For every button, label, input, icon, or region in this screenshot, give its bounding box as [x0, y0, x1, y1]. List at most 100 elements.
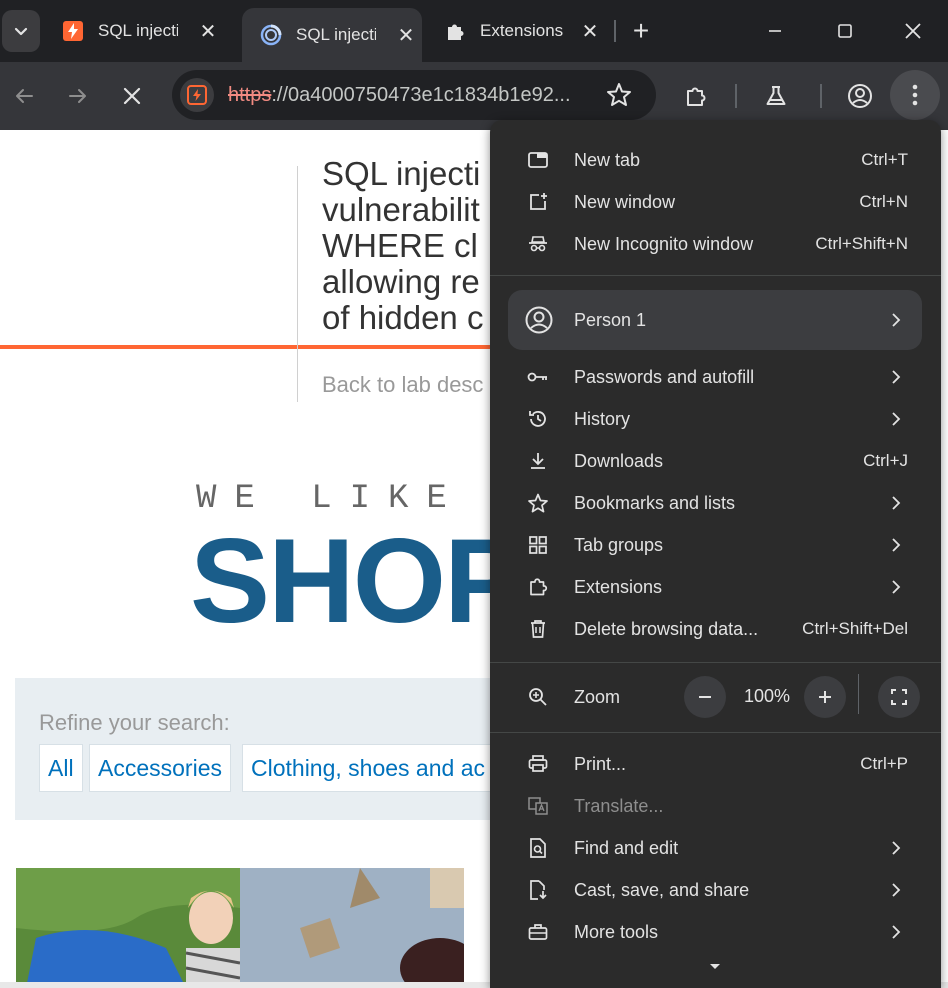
fullscreen-button[interactable]: [878, 676, 920, 718]
address-bar[interactable]: https://0a4000750473e1c1834b1e92...: [172, 70, 656, 120]
tab-sql-injection-1[interactable]: SQL injecti ✕: [44, 8, 234, 54]
toolbar-divider: [820, 84, 822, 108]
minimize-button[interactable]: [750, 10, 800, 52]
zoom-out-button[interactable]: [684, 676, 726, 718]
profile-name: Person 1: [574, 309, 647, 330]
chrome-menu-button[interactable]: [890, 70, 940, 120]
labs-button[interactable]: [756, 76, 796, 116]
menu-label: New window: [574, 191, 676, 212]
puzzle-icon: [448, 24, 464, 40]
tab-title: Extensions: [480, 21, 564, 40]
close-window-button[interactable]: [888, 10, 938, 52]
tab-strip: SQL injecti ✕ SQL injecti ✕ Extensions ✕…: [0, 0, 948, 62]
product-image[interactable]: [240, 868, 464, 988]
menu-label: Translate...: [574, 795, 664, 816]
tab-search-button[interactable]: [2, 10, 40, 52]
chevron-right-icon: [892, 883, 901, 897]
menu-extensions[interactable]: Extensions: [508, 566, 922, 608]
toolbox-icon: [526, 920, 550, 944]
chevron-right-icon: [892, 580, 901, 594]
back-to-lab-link[interactable]: Back to lab desc: [322, 372, 483, 398]
url-scheme: https: [228, 84, 272, 106]
menu-shortcut: Ctrl+N: [859, 192, 908, 211]
plus-icon: [819, 691, 831, 703]
back-button[interactable]: [4, 76, 44, 116]
zoom-icon: [526, 685, 550, 709]
site-info-button[interactable]: [180, 78, 214, 112]
chrome-main-menu: New tab Ctrl+T New window Ctrl+N New Inc…: [490, 120, 941, 988]
stop-loading-button[interactable]: [112, 76, 152, 116]
url-text: https://0a4000750473e1c1834b1e92...: [228, 84, 588, 107]
bookmark-star-icon[interactable]: [604, 80, 634, 110]
puzzle-icon: [526, 575, 550, 599]
menu-new-incognito[interactable]: New Incognito window Ctrl+Shift+N: [508, 223, 922, 265]
zoom-in-button[interactable]: [804, 676, 846, 718]
trash-icon: [526, 617, 550, 641]
close-icon[interactable]: ✕: [580, 19, 600, 44]
menu-zoom-row: Zoom 100%: [508, 674, 922, 718]
scroll-down-arrow-icon[interactable]: [708, 962, 722, 972]
extensions-button[interactable]: [676, 76, 716, 116]
close-icon[interactable]: ✕: [198, 19, 218, 44]
zoom-divider: [858, 674, 859, 714]
chevron-right-icon: [892, 370, 901, 384]
maximize-icon: [838, 24, 852, 38]
translate-icon: [526, 794, 550, 818]
menu-label: Downloads: [574, 450, 664, 471]
incognito-icon: [526, 232, 550, 256]
chevron-right-icon: [892, 538, 901, 552]
menu-divider: [490, 662, 941, 663]
menu-passwords[interactable]: Passwords and autofill: [508, 356, 922, 398]
menu-label: Extensions: [574, 576, 663, 597]
tab-title: SQL injecti: [296, 25, 376, 44]
zoom-label: Zoom: [574, 686, 621, 707]
tab-extensions[interactable]: Extensions ✕: [426, 8, 610, 54]
menu-delete-browsing-data[interactable]: Delete browsing data... Ctrl+Shift+Del: [508, 608, 922, 650]
close-icon: [123, 87, 141, 105]
loading-favicon-icon: [260, 24, 282, 46]
menu-shortcut: Ctrl+Shift+Del: [802, 619, 908, 638]
maximize-button[interactable]: [820, 10, 870, 52]
profile-button[interactable]: [840, 76, 880, 116]
key-icon: [526, 365, 550, 389]
close-icon[interactable]: ✕: [396, 23, 416, 48]
find-icon: [526, 836, 550, 860]
menu-label: New tab: [574, 149, 641, 170]
tab-divider: [614, 20, 616, 42]
filter-accessories[interactable]: Accessories: [89, 744, 231, 792]
star-icon: [526, 491, 550, 515]
product-image[interactable]: [16, 868, 240, 988]
menu-downloads[interactable]: Downloads Ctrl+J: [508, 440, 922, 482]
arrow-left-icon: [16, 89, 33, 103]
menu-more-tools[interactable]: More tools: [508, 911, 922, 953]
chevron-right-icon: [892, 496, 901, 510]
new-tab-button[interactable]: +: [626, 14, 656, 48]
tab-sql-injection-2[interactable]: SQL injecti ✕: [242, 8, 422, 62]
chevron-down-icon: [14, 27, 28, 36]
menu-new-window[interactable]: New window Ctrl+N: [508, 181, 922, 223]
menu-tab-groups[interactable]: Tab groups: [508, 524, 922, 566]
menu-cast-save-share[interactable]: Cast, save, and share: [508, 869, 922, 911]
menu-profile-person[interactable]: Person 1: [508, 290, 922, 350]
menu-new-tab[interactable]: New tab Ctrl+T: [508, 139, 922, 181]
toolbar-divider: [735, 84, 737, 108]
close-icon: [905, 23, 921, 39]
menu-find-and-edit[interactable]: Find and edit: [508, 827, 922, 869]
puzzle-icon: [687, 87, 706, 106]
flask-icon: [766, 86, 786, 105]
menu-history[interactable]: History: [508, 398, 922, 440]
tab-title: SQL injecti: [98, 21, 178, 40]
new-tab-icon: [526, 148, 550, 172]
fullscreen-icon: [891, 689, 907, 705]
shop-logo: SHOP: [190, 514, 524, 648]
menu-print[interactable]: Print... Ctrl+P: [508, 743, 922, 785]
filter-all[interactable]: All: [39, 744, 83, 792]
url-host: ://0a4000750473e1c1834b1e92...: [271, 84, 571, 106]
header-accent-line: [0, 345, 297, 349]
menu-label: History: [574, 408, 631, 429]
menu-bookmarks[interactable]: Bookmarks and lists: [508, 482, 922, 524]
forward-button[interactable]: [58, 76, 98, 116]
menu-label: Print...: [574, 753, 627, 774]
filter-clothing[interactable]: Clothing, shoes and ac: [242, 744, 494, 792]
chevron-right-icon: [892, 925, 901, 939]
